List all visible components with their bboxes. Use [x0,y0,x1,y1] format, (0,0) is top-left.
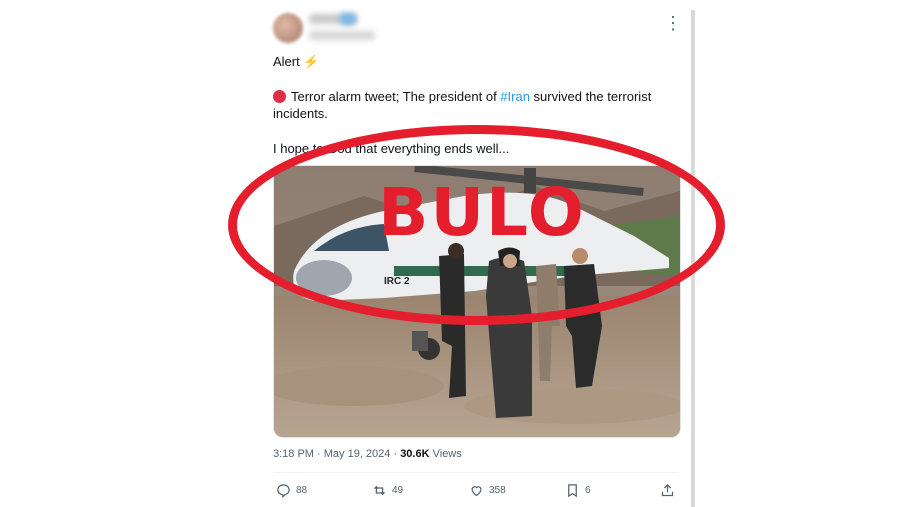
tweet-date[interactable]: May 19, 2024 [324,448,391,460]
reply-button[interactable]: 88 [276,483,307,498]
more-horizontal-icon[interactable]: ⋮ [664,13,683,34]
repost-button[interactable]: 49 [372,483,403,498]
helicopter-tail-number: IRC 2 [384,276,410,287]
tweet-line-main: Terror alarm tweet; The president of #Ir… [273,88,673,122]
tweet-line-alert: Alert ⚡ [273,53,673,70]
divider [273,472,679,473]
handle-blurred[interactable] [309,31,375,40]
share-icon [661,483,674,497]
reply-icon [277,484,290,498]
like-count: 358 [489,485,506,496]
hashtag-link[interactable]: #Iran [500,89,530,104]
tweet-time[interactable]: 3:18 PM [273,448,314,460]
like-button[interactable]: 358 [469,483,506,498]
bookmark-icon [568,484,577,498]
lightning-icon: ⚡ [303,54,320,69]
repost-count: 49 [392,485,404,496]
card-shadow-edge [691,10,695,507]
bookmark-button[interactable]: 6 [565,483,591,498]
repost-icon [374,485,385,496]
red-circle-icon [273,90,286,103]
alert-text: Alert [273,54,300,69]
share-button[interactable] [660,483,675,498]
views-count: 30.6K [400,448,430,460]
verified-badge-icon [340,13,356,25]
tweet-line-hope: I hope to God that everything ends well.… [273,141,510,156]
bookmark-count: 6 [585,485,591,496]
avatar[interactable] [273,13,303,43]
tweet-text-pre: Terror alarm tweet; The president of [291,89,501,104]
reply-count: 88 [296,485,308,496]
heart-icon [471,486,482,497]
views-label: Views [432,448,462,460]
tweet-meta: 3:18 PM · May 19, 2024 · 30.6K Views [273,448,462,460]
bulo-stamp-text: BULO [378,174,586,251]
